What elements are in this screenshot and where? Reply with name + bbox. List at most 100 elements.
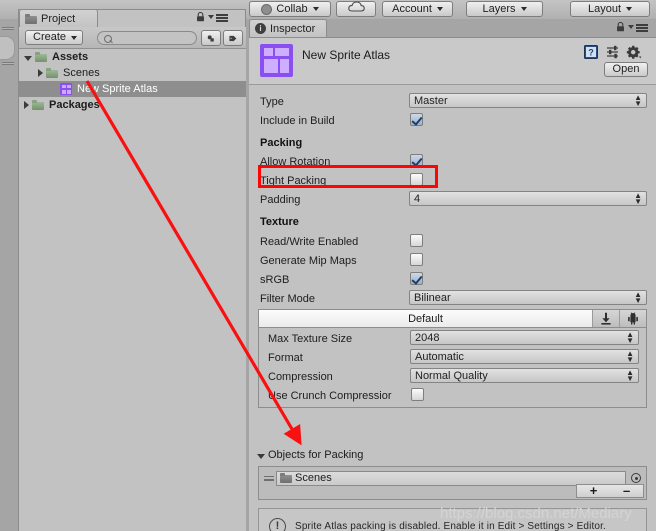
compression-value: Normal Quality <box>415 369 488 382</box>
filter-mode-value: Bilinear <box>414 291 451 304</box>
updown-arrows-icon: ▲ ▼ <box>626 329 634 345</box>
type-dropdown[interactable]: Master ▲ ▼ <box>409 93 647 108</box>
tab-inspector[interactable]: i Inspector <box>249 19 327 37</box>
panel-menu-icon[interactable] <box>216 14 228 22</box>
crunch-compressor-label: Use Crunch Compressior <box>268 390 392 402</box>
srgb-checkbox[interactable] <box>410 272 423 285</box>
filter-mode-dropdown[interactable]: Bilinear ▲ ▼ <box>409 290 647 305</box>
create-label: Create <box>33 31 67 43</box>
generate-mipmaps-checkbox[interactable] <box>410 253 423 266</box>
object-picker-button[interactable] <box>629 471 643 485</box>
account-label: Account <box>392 2 432 15</box>
shape-filter-icon <box>207 34 214 42</box>
search-icon <box>104 35 112 43</box>
create-button[interactable]: Create <box>25 30 83 45</box>
compression-dropdown[interactable]: Normal Quality ▲ ▼ <box>410 368 639 383</box>
panel-stub-search <box>0 36 15 60</box>
chevron-down-icon <box>520 7 527 11</box>
include-in-build-label: Include in Build <box>260 115 335 127</box>
format-value: Automatic <box>415 350 464 363</box>
read-write-checkbox[interactable] <box>410 234 423 247</box>
panel-stub-menu-icon <box>2 27 14 30</box>
layers-button[interactable]: Layers <box>466 1 543 17</box>
filter-by-label-button[interactable] <box>223 30 243 46</box>
panel-stub-menu-icon-2 <box>2 62 14 65</box>
annotation-highlight-box <box>258 165 438 188</box>
objects-for-packing-label: Objects for Packing <box>268 449 364 461</box>
platform-settings-box: Max Texture Size 2048 ▲ ▼ Format Automati… <box>258 328 647 408</box>
gear-icon[interactable] <box>626 45 642 59</box>
lock-icon[interactable] <box>196 11 205 22</box>
chevron-down-icon[interactable] <box>628 25 634 29</box>
chevron-down-icon <box>71 35 78 40</box>
read-write-label: Read/Write Enabled <box>260 236 359 248</box>
tree-item-label: New Sprite Atlas <box>77 83 158 95</box>
type-value: Master <box>414 94 448 107</box>
collab-label: Collab <box>276 2 308 15</box>
platform-tab-label: Default <box>408 312 443 325</box>
add-button[interactable]: + <box>590 484 598 497</box>
asset-title: New Sprite Atlas <box>302 48 391 62</box>
chevron-down-icon <box>436 7 443 11</box>
lock-icon[interactable] <box>616 21 625 32</box>
project-tree: Assets Scenes New Sprite Atlas Packages <box>19 49 246 531</box>
platform-tab-default[interactable]: Default <box>259 310 592 327</box>
objects-for-packing-list: Scenes + – <box>258 466 647 500</box>
collab-check-icon <box>261 3 273 15</box>
collab-button[interactable]: Collab <box>249 1 331 17</box>
sprite-atlas-icon <box>60 83 72 95</box>
target-circle-icon <box>631 473 641 483</box>
chevron-down-icon[interactable] <box>257 453 265 459</box>
object-field-value: Scenes <box>295 472 332 484</box>
drag-handle-icon[interactable] <box>262 470 276 486</box>
folder-icon <box>46 68 58 78</box>
inspector-tab-label: Inspector <box>270 22 316 35</box>
tree-item-label: Scenes <box>63 67 100 79</box>
inspector-menu-icon[interactable] <box>636 24 648 32</box>
help-icon[interactable]: ? <box>584 45 598 59</box>
objects-for-packing-header[interactable]: Objects for Packing <box>257 449 363 461</box>
platform-tab-standalone[interactable] <box>592 310 619 327</box>
crunch-compressor-checkbox[interactable] <box>411 388 424 401</box>
layers-label: Layers <box>482 2 516 15</box>
unity-editor-window: Collab Account Layers Layout Project Cre… <box>0 0 656 531</box>
preset-icon[interactable] <box>606 45 620 59</box>
tab-project[interactable]: Project <box>19 9 98 27</box>
srgb-label: sRGB <box>260 274 290 286</box>
inspector-header: New Sprite Atlas ? Open <box>249 38 656 85</box>
list-add-remove-controls: + – <box>576 484 644 498</box>
warning-exclamation-icon: ! <box>269 518 286 531</box>
include-in-build-checkbox[interactable] <box>410 113 423 126</box>
open-label: Open <box>612 63 640 75</box>
updown-arrows-icon: ▲ ▼ <box>634 190 642 206</box>
folder-icon <box>280 473 292 483</box>
cloud-button[interactable] <box>336 1 376 17</box>
filter-mode-label: Filter Mode <box>260 293 316 305</box>
filter-by-type-button[interactable] <box>201 30 221 46</box>
account-button[interactable]: Account <box>382 1 453 17</box>
updown-arrows-icon: ▲ ▼ <box>634 289 642 305</box>
cloud-icon <box>347 1 365 17</box>
tree-item-scenes[interactable]: Scenes <box>19 65 246 81</box>
padding-dropdown[interactable]: 4 ▲ ▼ <box>409 191 647 206</box>
search-input[interactable] <box>97 31 197 45</box>
tree-item-new-sprite-atlas[interactable]: New Sprite Atlas <box>19 81 246 97</box>
tree-item-packages[interactable]: Packages <box>19 97 246 113</box>
chevron-right-icon[interactable] <box>24 101 29 109</box>
chevron-down-icon[interactable] <box>208 15 214 19</box>
updown-arrows-icon: ▲ ▼ <box>634 92 642 108</box>
mipmaps-label: Generate Mip Maps <box>260 255 357 267</box>
tree-item-label: Packages <box>49 99 100 111</box>
android-icon <box>628 312 638 325</box>
open-button[interactable]: Open <box>604 62 648 77</box>
platform-tab-android[interactable] <box>619 310 646 327</box>
tree-item-assets[interactable]: Assets <box>19 49 246 65</box>
remove-button[interactable]: – <box>623 484 630 497</box>
format-dropdown[interactable]: Automatic ▲ ▼ <box>410 349 639 364</box>
chevron-right-icon[interactable] <box>38 69 43 77</box>
object-field[interactable]: Scenes <box>276 470 626 486</box>
chevron-down-icon[interactable] <box>24 55 32 61</box>
max-texture-size-dropdown[interactable]: 2048 ▲ ▼ <box>410 330 639 345</box>
layout-button[interactable]: Layout <box>570 1 650 17</box>
texture-section-header: Texture <box>260 216 299 228</box>
